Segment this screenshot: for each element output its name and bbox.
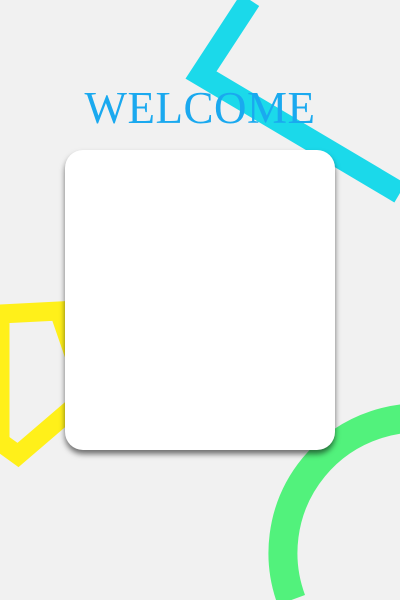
welcome-heading: WELCOME [84, 83, 316, 133]
content-card [65, 150, 335, 450]
